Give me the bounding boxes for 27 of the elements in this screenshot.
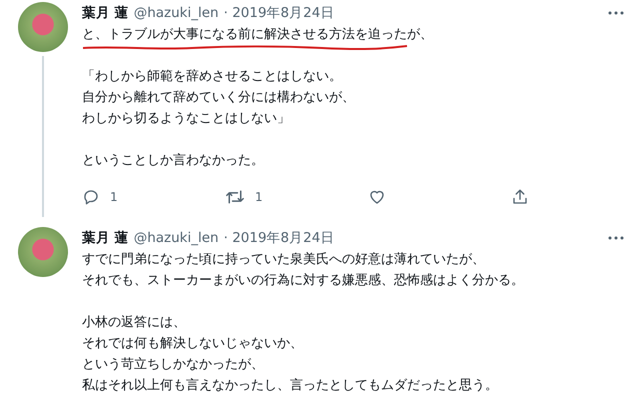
- tweet-text-line: ということしか言わなかった。: [82, 152, 264, 170]
- avatar-photo-placeholder[interactable]: [18, 227, 68, 277]
- user-handle[interactable]: @hazuki_len: [134, 5, 219, 21]
- more-options-icon[interactable]: [608, 11, 624, 15]
- more-options-icon[interactable]: [608, 236, 624, 240]
- user-handle[interactable]: @hazuki_len: [134, 230, 219, 246]
- tweet-text-line: すでに門弟になった頃に持っていた泉美氏への好意は薄れていたが、: [82, 251, 485, 269]
- tweet-text-line: わしから切るようなことはしない」: [82, 110, 290, 128]
- tweet-date[interactable]: · 2019年8月24日: [224, 229, 334, 247]
- tweet-text-line: 自分から離れて辞めていく分には構わないが、: [82, 89, 355, 107]
- user-name[interactable]: 葉月 蓮: [82, 4, 129, 22]
- share-icon[interactable]: [511, 188, 529, 206]
- tweet-text-line: 小林の返答には、: [82, 314, 186, 332]
- tweet-text-line: という苛立ちしかなかったが、: [82, 356, 264, 374]
- avatar-photo-placeholder[interactable]: [18, 2, 68, 52]
- tweet-text-line: 「わしから師範を辞めさせることはしない。: [82, 68, 342, 86]
- tweet-text-line: それでは何も解決しないじゃないか、: [82, 335, 303, 353]
- action-count: 1: [110, 190, 118, 204]
- retweet-icon[interactable]: [225, 188, 245, 206]
- heart-icon[interactable]: [368, 188, 386, 206]
- user-name[interactable]: 葉月 蓮: [82, 229, 129, 247]
- action-count: 1: [255, 190, 263, 204]
- tweet-text-line: それでも、ストーカーまがいの行為に対する嫌悪感、恐怖感はよく分かる。: [82, 272, 524, 290]
- speech-bubble-icon[interactable]: [82, 188, 100, 206]
- tweet-text-line: と、トラブルが大事になる前に解決させる方法を迫ったが、: [82, 26, 433, 44]
- tweet-text-line: 私はそれ以上何も言えなかったし、言ったとしてもムダだったと思う。: [82, 377, 498, 395]
- tweet-date[interactable]: · 2019年8月24日: [224, 4, 334, 22]
